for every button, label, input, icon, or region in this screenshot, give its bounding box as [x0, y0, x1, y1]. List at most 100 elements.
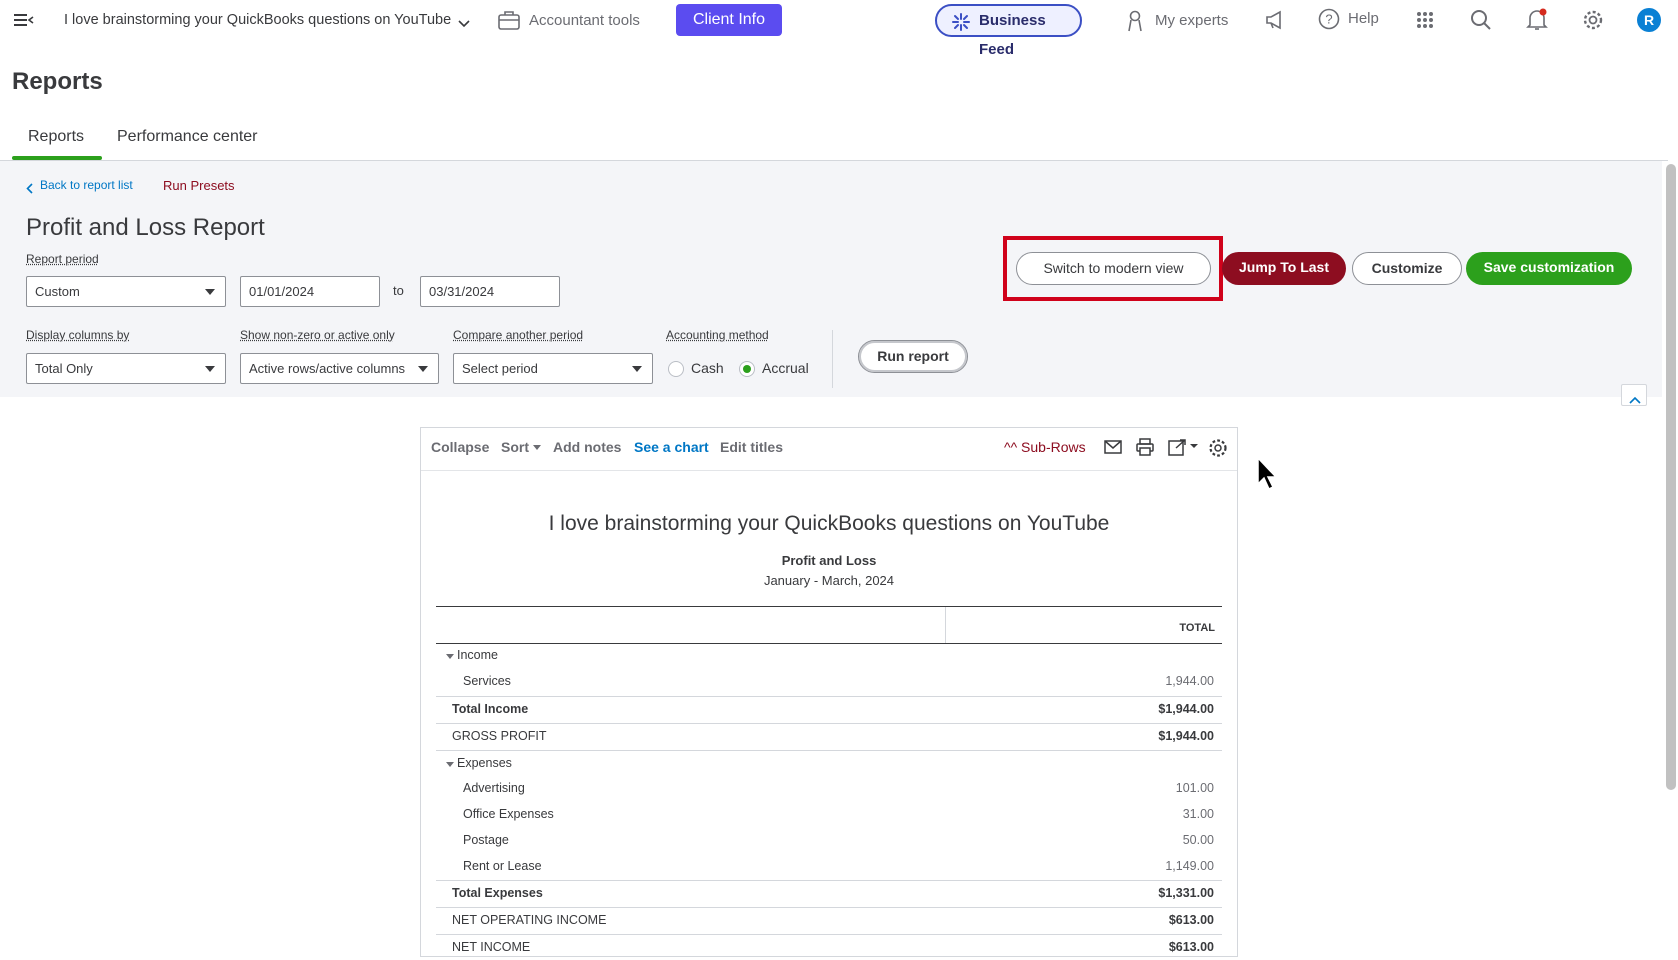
menu-icon[interactable]	[14, 12, 34, 33]
table-row[interactable]: Services 1,944.00	[436, 669, 1222, 695]
cash-label[interactable]: Cash	[691, 360, 724, 376]
expand-toggle-icon[interactable]	[446, 762, 454, 767]
show-nonzero-value: Active rows/active columns	[249, 361, 406, 376]
sort-button[interactable]: Sort	[501, 439, 529, 455]
row-label: NET OPERATING INCOME	[452, 913, 607, 927]
apps-grid-icon[interactable]	[1416, 11, 1434, 34]
caret-down-icon	[418, 366, 428, 372]
table-row[interactable]: Advertising 101.00	[436, 776, 1222, 802]
client-info-button[interactable]: Client Info	[676, 4, 782, 36]
table-row[interactable]: Office Expenses 31.00	[436, 802, 1222, 828]
run-report-button[interactable]: Run report	[858, 340, 968, 373]
svg-text:?: ?	[1325, 12, 1332, 27]
display-columns-label: Display columns by	[26, 328, 130, 342]
company-switcher[interactable]: I love brainstorming your QuickBooks que…	[64, 12, 451, 28]
row-label: Income	[457, 648, 498, 662]
report-period-label: Report period	[26, 252, 99, 266]
help-link[interactable]: Help	[1348, 10, 1379, 27]
accrual-radio[interactable]	[739, 361, 755, 377]
run-presets-link[interactable]: Run Presets	[163, 178, 235, 193]
row-value[interactable]: 31.00	[1183, 807, 1214, 821]
report-period-select[interactable]: Custom	[26, 276, 226, 307]
row-value[interactable]: $613.00	[1169, 940, 1214, 954]
table-top-rule	[436, 606, 1222, 607]
row-value[interactable]: 101.00	[1176, 781, 1214, 795]
report-period[interactable]: January - March, 2024	[421, 573, 1237, 588]
see-chart-button[interactable]: See a chart	[634, 439, 709, 455]
display-columns-select[interactable]: Total Only	[26, 353, 226, 384]
settings-gear-icon[interactable]	[1582, 9, 1604, 36]
customize-button[interactable]: Customize	[1352, 252, 1462, 285]
accountant-tools-link[interactable]: Accountant tools	[529, 12, 640, 29]
print-icon[interactable]	[1136, 438, 1154, 461]
business-feed-button[interactable]: Business Feed	[935, 4, 1082, 58]
search-icon[interactable]	[1470, 9, 1492, 36]
row-value[interactable]: 1,149.00	[1165, 859, 1214, 873]
compare-period-label: Compare another period	[453, 328, 584, 342]
jump-to-last-button[interactable]: Jump To Last	[1222, 252, 1346, 285]
add-notes-button[interactable]: Add notes	[553, 439, 621, 455]
sub-rows-button[interactable]: ^^ Sub-Rows	[1004, 439, 1086, 455]
compare-period-select[interactable]: Select period	[453, 353, 653, 384]
report-company-name[interactable]: I love brainstorming your QuickBooks que…	[421, 512, 1237, 536]
expert-icon[interactable]	[1126, 10, 1144, 37]
chevron-left-icon[interactable]	[26, 181, 33, 199]
avatar[interactable]: R	[1637, 8, 1661, 32]
table-row[interactable]: GROSS PROFIT $1,944.00	[436, 723, 1222, 749]
row-value[interactable]: $613.00	[1169, 913, 1214, 927]
collapse-panel-button[interactable]	[1621, 384, 1647, 406]
edit-titles-button[interactable]: Edit titles	[720, 439, 783, 455]
report-period-value: Custom	[35, 284, 80, 299]
divider	[421, 470, 1237, 471]
row-label: Rent or Lease	[463, 859, 542, 873]
column-header-total[interactable]: TOTAL	[945, 622, 1215, 634]
show-nonzero-select[interactable]: Active rows/active columns	[240, 353, 439, 384]
caret-down-icon	[632, 366, 642, 372]
tab-performance-center[interactable]: Performance center	[117, 128, 258, 146]
caret-down-icon[interactable]	[533, 445, 541, 450]
row-label: Total Expenses	[452, 886, 543, 900]
chevron-up-icon	[1629, 391, 1641, 409]
table-row[interactable]: Total Income $1,944.00	[436, 696, 1222, 722]
accrual-label[interactable]: Accrual	[762, 360, 809, 376]
email-icon[interactable]	[1104, 439, 1122, 460]
notification-bell-icon[interactable]	[1526, 8, 1548, 37]
table-row[interactable]: Income	[436, 643, 1222, 669]
table-row[interactable]: Rent or Lease 1,149.00	[436, 854, 1222, 880]
table-row[interactable]: NET INCOME $613.00	[436, 934, 1222, 960]
table-row[interactable]: Total Expenses $1,331.00	[436, 880, 1222, 906]
help-icon[interactable]: ?	[1318, 8, 1340, 35]
chevron-down-icon[interactable]	[458, 15, 470, 33]
date-from-input[interactable]: 01/01/2024	[240, 276, 380, 307]
collapse-button[interactable]: Collapse	[431, 439, 489, 455]
save-customization-button[interactable]: Save customization	[1466, 252, 1632, 285]
table-row[interactable]: NET OPERATING INCOME $613.00	[436, 907, 1222, 933]
row-value[interactable]: $1,944.00	[1158, 729, 1214, 743]
report-name[interactable]: Profit and Loss	[421, 553, 1237, 568]
megaphone-icon[interactable]	[1265, 10, 1285, 35]
scrollbar-thumb[interactable]	[1666, 164, 1676, 790]
tab-reports[interactable]: Reports	[28, 128, 84, 146]
briefcase-icon[interactable]	[498, 10, 520, 35]
row-value[interactable]: $1,944.00	[1158, 702, 1214, 716]
row-value[interactable]: $1,331.00	[1158, 886, 1214, 900]
row-value[interactable]: 1,944.00	[1165, 674, 1214, 688]
table-row[interactable]: Postage 50.00	[436, 828, 1222, 854]
my-experts-link[interactable]: My experts	[1155, 12, 1228, 29]
report-settings-gear-icon[interactable]	[1208, 438, 1228, 463]
report-title: Profit and Loss Report	[26, 214, 265, 241]
cash-radio[interactable]	[668, 361, 684, 377]
divider	[832, 330, 833, 388]
row-label: GROSS PROFIT	[452, 729, 547, 743]
row-value[interactable]: 50.00	[1183, 833, 1214, 847]
expand-toggle-icon[interactable]	[446, 654, 454, 659]
export-icon[interactable]	[1168, 438, 1200, 461]
row-label: Office Expenses	[463, 807, 554, 821]
date-to-input[interactable]: 03/31/2024	[420, 276, 560, 307]
show-nonzero-label: Show non-zero or active only	[240, 328, 395, 342]
row-label: Services	[463, 674, 511, 688]
row-label: Total Income	[452, 702, 529, 716]
business-feed-label: Business Feed	[979, 12, 1046, 58]
back-to-report-list-link[interactable]: Back to report list	[40, 178, 133, 192]
table-row[interactable]: Expenses	[436, 750, 1222, 776]
